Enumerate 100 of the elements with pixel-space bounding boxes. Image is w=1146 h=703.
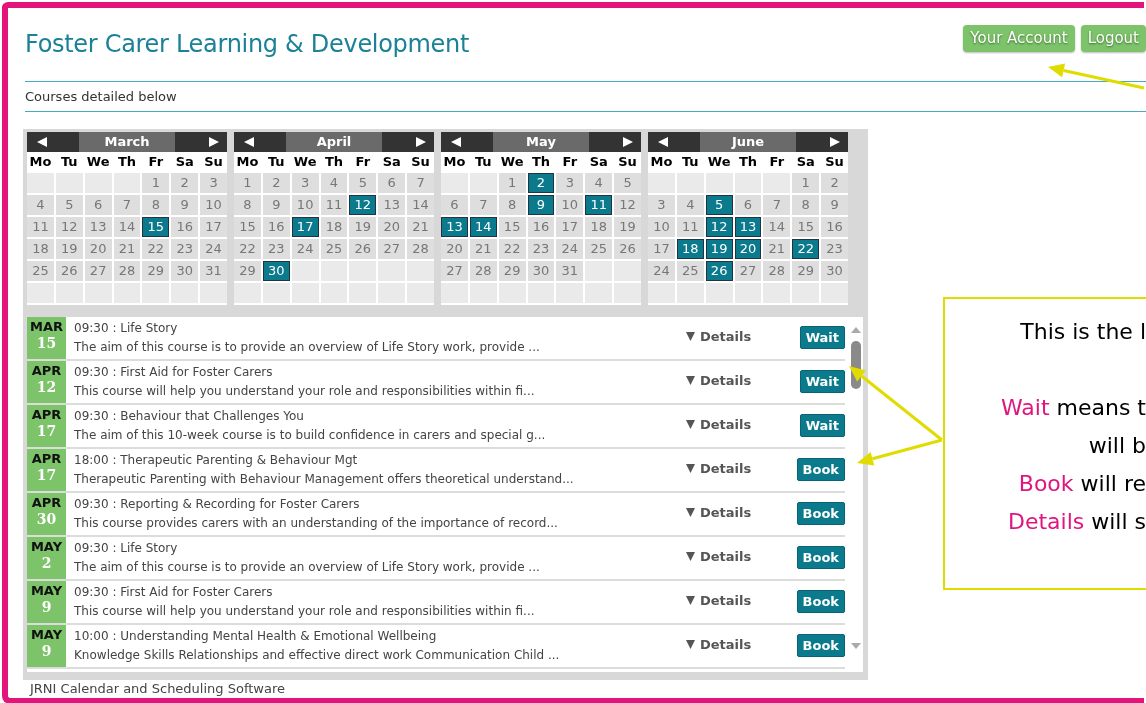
previous-icon[interactable] <box>37 137 47 147</box>
caret-icon[interactable] <box>686 375 695 385</box>
day-cell: 14 <box>763 217 791 237</box>
day-cell[interactable]: 17 <box>291 217 319 237</box>
day-cell[interactable]: 15 <box>142 217 170 237</box>
date-day: 12 <box>36 379 57 396</box>
details-link[interactable]: Details <box>700 460 752 476</box>
day-cell: 10 <box>200 195 227 215</box>
next-icon[interactable] <box>623 137 633 147</box>
day-cell: 16 <box>821 217 848 237</box>
course-title: 09:30 : Behaviour that Challenges You <box>74 408 305 425</box>
details-link[interactable]: Details <box>700 504 752 520</box>
day-cell: 22 <box>498 239 526 259</box>
subtitle: Courses detailed below <box>25 88 178 106</box>
date-month: APR <box>31 495 62 511</box>
course-description: The aim of this course is to provide an overview of Life Story work, provide ... <box>74 559 541 576</box>
day-cell[interactable]: 2 <box>527 173 555 193</box>
day-cell[interactable]: 9 <box>527 195 555 215</box>
date-month: MAY <box>30 539 63 555</box>
day-cell: 28 <box>407 239 434 259</box>
day-cell: 3 <box>200 173 227 193</box>
day-cell: 15 <box>498 217 526 237</box>
action-button[interactable]: Book <box>796 546 845 569</box>
caret-icon[interactable] <box>686 507 695 517</box>
day-cell: 16 <box>527 217 555 237</box>
caret-icon[interactable] <box>686 331 695 341</box>
course-row[interactable]: APR 17 18:00 : Therapeutic Parenting & Behaviour Mgt Therapeutic Parenting with Behaviour Management offers theoretical understand... Details Book <box>27 449 845 493</box>
day-cell: 11 <box>676 217 704 237</box>
day-cell[interactable]: 11 <box>585 195 613 215</box>
course-title: 09:30 : First Aid for Foster Carers <box>74 584 274 601</box>
day-cell[interactable]: 22 <box>792 239 820 259</box>
date-month: MAY <box>30 627 63 643</box>
course-row[interactable]: MAY 9 10:00 : Understanding Mental Health & Emotional Wellbeing Knowledge Skills Relationships and effective direct work Communication Child ... Details Book <box>27 625 845 669</box>
action-button[interactable]: Book <box>796 634 845 657</box>
action-button[interactable]: Book <box>796 590 845 613</box>
month-name: June <box>700 132 796 152</box>
day-cell[interactable]: 18 <box>676 239 704 259</box>
course-row[interactable]: MAR 15 09:30 : Life Story The aim of this course is to provide an overview of Life Story work, provide ... Details Wait <box>27 317 845 361</box>
day-cell: 17 <box>200 217 227 237</box>
day-cell[interactable]: 14 <box>469 217 497 237</box>
course-row[interactable]: APR 30 09:30 : Reporting & Recording for Foster Carers This course provides carers with an understanding of the importance of record... Details Book <box>27 493 845 537</box>
details-link[interactable]: Details <box>700 416 752 432</box>
date-month: MAR <box>30 319 63 335</box>
day-cell: 10 <box>291 195 319 215</box>
course-row[interactable]: MAY 2 09:30 : Life Story The aim of this course is to provide an overview of Life Story work, provide ... Details Book <box>27 537 845 581</box>
next-icon[interactable] <box>830 137 840 147</box>
day-cell[interactable]: 19 <box>705 239 733 259</box>
action-button[interactable]: Wait <box>799 370 845 393</box>
caret-icon[interactable] <box>686 419 695 429</box>
course-row[interactable]: APR 12 09:30 : First Aid for Foster Carers This course will help you understand your role and responsibilities within fi... Details Wait <box>27 361 845 405</box>
day-cell: 30 <box>171 261 199 281</box>
action-button[interactable]: Book <box>796 502 845 525</box>
day-cell: 26 <box>614 239 641 259</box>
action-button[interactable]: Wait <box>799 414 845 437</box>
details-link[interactable]: Details <box>700 372 752 388</box>
course-row[interactable]: MAY 9 09:30 : First Aid for Foster Carers This course will help you understand your role and responsibilities within fi... Details Book <box>27 581 845 625</box>
details-link[interactable]: Details <box>700 636 752 652</box>
day-cell[interactable]: 13 <box>734 217 762 237</box>
weekday-label: Tu <box>473 153 493 171</box>
day-cell[interactable]: 26 <box>705 261 733 281</box>
day-cell[interactable]: 20 <box>734 239 762 259</box>
details-link[interactable]: Details <box>700 592 752 608</box>
previous-icon[interactable] <box>451 137 461 147</box>
weekday-label: Sa <box>588 153 609 171</box>
weekday-label: We <box>292 153 318 171</box>
day-cell: 30 <box>821 261 848 281</box>
day-cell: 4 <box>320 173 348 193</box>
course-description: The aim of this 10-week course is to build confidence in carers and special g... <box>74 427 547 444</box>
caret-icon[interactable] <box>686 551 695 561</box>
previous-icon[interactable] <box>658 137 668 147</box>
day-cell[interactable]: 5 <box>705 195 733 215</box>
day-cell: 1 <box>142 173 170 193</box>
details-link[interactable]: Details <box>700 328 752 344</box>
day-cell: 2 <box>821 173 848 193</box>
next-icon[interactable] <box>209 137 219 147</box>
weekday-label: We <box>706 153 732 171</box>
next-icon[interactable] <box>416 137 426 147</box>
day-cell[interactable]: 12 <box>705 217 733 237</box>
course-description: This course will help you understand your role and responsibilities within fi... <box>74 383 536 400</box>
day-cell: 28 <box>113 261 141 281</box>
caret-icon[interactable] <box>686 639 695 649</box>
course-row[interactable]: APR 17 09:30 : Behaviour that Challenges You The aim of this 10-week course is to build confidence in carers and special g... Details Wait <box>27 405 845 449</box>
day-cell: 27 <box>84 261 112 281</box>
action-button[interactable]: Wait <box>799 326 845 349</box>
details-link[interactable]: Details <box>700 548 752 564</box>
day-cell: 26 <box>349 239 377 259</box>
caret-icon[interactable] <box>686 463 695 473</box>
day-cell: 14 <box>407 195 434 215</box>
day-cell[interactable]: 13 <box>441 217 468 237</box>
callout-text: Wait means t <box>999 394 1146 422</box>
day-cell[interactable]: 12 <box>349 195 377 215</box>
weekday-label: Su <box>410 153 431 171</box>
course-description: Therapeutic Parenting with Behaviour Management offers theoretical understand... <box>74 471 575 488</box>
action-button[interactable]: Book <box>796 458 845 481</box>
day-cell: 18 <box>585 217 613 237</box>
day-cell: 20 <box>84 239 112 259</box>
day-cell[interactable]: 30 <box>262 261 290 281</box>
day-cell: 29 <box>142 261 170 281</box>
previous-icon[interactable] <box>244 137 254 147</box>
caret-icon[interactable] <box>686 595 695 605</box>
